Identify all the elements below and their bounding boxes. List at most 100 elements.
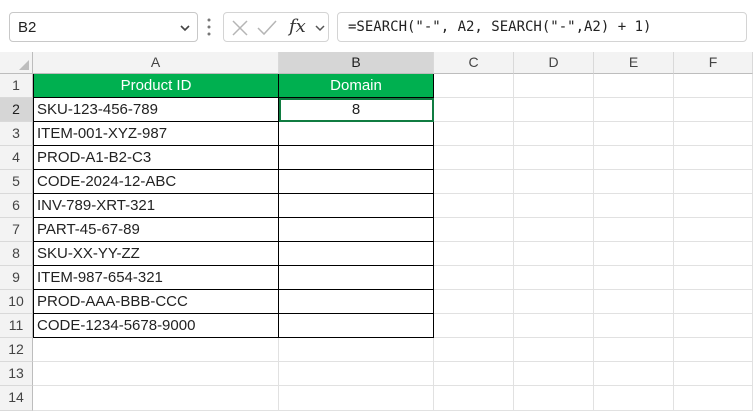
cell-f11[interactable] xyxy=(674,314,753,338)
chevron-down-icon[interactable] xyxy=(179,22,191,34)
cell-e5[interactable] xyxy=(594,170,674,194)
cell-d3[interactable] xyxy=(514,122,594,146)
name-box[interactable]: B2 xyxy=(9,12,198,42)
cell-b14[interactable] xyxy=(279,386,434,411)
cell-e10[interactable] xyxy=(594,290,674,314)
cell-f10[interactable] xyxy=(674,290,753,314)
cell-e9[interactable] xyxy=(594,266,674,290)
insert-function-icon[interactable]: fx xyxy=(289,16,306,37)
cell-a1[interactable]: Product ID xyxy=(33,74,279,98)
cell-b5[interactable] xyxy=(279,170,434,194)
column-header-d[interactable]: D xyxy=(514,52,594,74)
cell-e12[interactable] xyxy=(594,338,674,362)
chevron-down-icon[interactable] xyxy=(314,23,326,33)
cell-c8[interactable] xyxy=(434,242,514,266)
cell-f6[interactable] xyxy=(674,194,753,218)
row-header-8[interactable]: 8 xyxy=(0,242,33,266)
cell-c9[interactable] xyxy=(434,266,514,290)
cell-a6[interactable]: INV-789-XRT-321 xyxy=(33,194,279,218)
cell-f4[interactable] xyxy=(674,146,753,170)
cell-f12[interactable] xyxy=(674,338,753,362)
cell-e11[interactable] xyxy=(594,314,674,338)
cell-f8[interactable] xyxy=(674,242,753,266)
cell-d14[interactable] xyxy=(514,386,594,411)
cell-f14[interactable] xyxy=(674,386,753,411)
row-header-14[interactable]: 14 xyxy=(0,386,33,411)
column-header-a[interactable]: A xyxy=(33,52,279,74)
cell-b1[interactable]: Domain xyxy=(279,74,434,98)
row-header-9[interactable]: 9 xyxy=(0,266,33,290)
cell-b3[interactable] xyxy=(279,122,434,146)
cell-f9[interactable] xyxy=(674,266,753,290)
enter-check-icon[interactable] xyxy=(257,20,277,36)
cell-a11[interactable]: CODE-1234-5678-9000 xyxy=(33,314,279,338)
cell-b10[interactable] xyxy=(279,290,434,314)
row-header-5[interactable]: 5 xyxy=(0,170,33,194)
cell-d8[interactable] xyxy=(514,242,594,266)
cell-e14[interactable] xyxy=(594,386,674,411)
row-header-6[interactable]: 6 xyxy=(0,194,33,218)
cell-d5[interactable] xyxy=(514,170,594,194)
cell-a9[interactable]: ITEM-987-654-321 xyxy=(33,266,279,290)
cell-f5[interactable] xyxy=(674,170,753,194)
cell-d6[interactable] xyxy=(514,194,594,218)
cell-a3[interactable]: ITEM-001-XYZ-987 xyxy=(33,122,279,146)
row-header-2[interactable]: 2 xyxy=(0,98,33,122)
cell-c1[interactable] xyxy=(434,74,514,98)
cell-d10[interactable] xyxy=(514,290,594,314)
row-header-3[interactable]: 3 xyxy=(0,122,33,146)
cell-b2[interactable]: 8 xyxy=(279,98,434,122)
cell-d1[interactable] xyxy=(514,74,594,98)
more-options-icon[interactable] xyxy=(207,17,211,37)
cell-a5[interactable]: CODE-2024-12-ABC xyxy=(33,170,279,194)
cell-e3[interactable] xyxy=(594,122,674,146)
cell-d12[interactable] xyxy=(514,338,594,362)
cell-d13[interactable] xyxy=(514,362,594,386)
row-header-10[interactable]: 10 xyxy=(0,290,33,314)
cell-d11[interactable] xyxy=(514,314,594,338)
cell-d7[interactable] xyxy=(514,218,594,242)
cell-c6[interactable] xyxy=(434,194,514,218)
row-header-12[interactable]: 12 xyxy=(0,338,33,362)
row-header-4[interactable]: 4 xyxy=(0,146,33,170)
cell-c10[interactable] xyxy=(434,290,514,314)
cell-c13[interactable] xyxy=(434,362,514,386)
cell-d2[interactable] xyxy=(514,98,594,122)
column-header-f[interactable]: F xyxy=(674,52,753,74)
row-header-1[interactable]: 1 xyxy=(0,74,33,98)
cell-c5[interactable] xyxy=(434,170,514,194)
cell-e7[interactable] xyxy=(594,218,674,242)
cell-c2[interactable] xyxy=(434,98,514,122)
cell-a12[interactable] xyxy=(33,338,279,362)
cell-f13[interactable] xyxy=(674,362,753,386)
cell-e2[interactable] xyxy=(594,98,674,122)
cell-b11[interactable] xyxy=(279,314,434,338)
cell-e1[interactable] xyxy=(594,74,674,98)
cell-a4[interactable]: PROD-A1-B2-C3 xyxy=(33,146,279,170)
formula-input[interactable]: =SEARCH("-", A2, SEARCH("-",A2) + 1) xyxy=(337,12,747,42)
cell-b6[interactable] xyxy=(279,194,434,218)
cell-f1[interactable] xyxy=(674,74,753,98)
cell-c7[interactable] xyxy=(434,218,514,242)
cell-b13[interactable] xyxy=(279,362,434,386)
cell-a8[interactable]: SKU-XX-YY-ZZ xyxy=(33,242,279,266)
cell-a7[interactable]: PART-45-67-89 xyxy=(33,218,279,242)
cell-b7[interactable] xyxy=(279,218,434,242)
cell-c12[interactable] xyxy=(434,338,514,362)
cell-a13[interactable] xyxy=(33,362,279,386)
select-all-corner[interactable] xyxy=(0,52,33,74)
cell-e8[interactable] xyxy=(594,242,674,266)
row-header-7[interactable]: 7 xyxy=(0,218,33,242)
cell-b9[interactable] xyxy=(279,266,434,290)
cell-c11[interactable] xyxy=(434,314,514,338)
column-header-c[interactable]: C xyxy=(434,52,514,74)
cell-f3[interactable] xyxy=(674,122,753,146)
cell-a10[interactable]: PROD-AAA-BBB-CCC xyxy=(33,290,279,314)
row-header-11[interactable]: 11 xyxy=(0,314,33,338)
cell-c3[interactable] xyxy=(434,122,514,146)
cell-f2[interactable] xyxy=(674,98,753,122)
cell-b12[interactable] xyxy=(279,338,434,362)
cell-d9[interactable] xyxy=(514,266,594,290)
cell-c14[interactable] xyxy=(434,386,514,411)
cell-b8[interactable] xyxy=(279,242,434,266)
